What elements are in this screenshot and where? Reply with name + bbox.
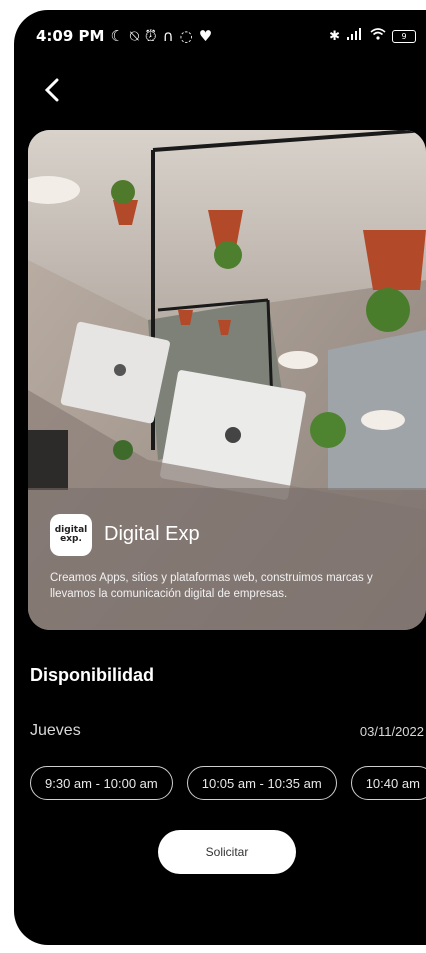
headphones-icon: ∩ [162,27,174,45]
bluetooth-icon: ✱ [329,28,340,44]
availability-date: 03/11/2022 [359,724,424,739]
company-logo: digital exp. [50,514,92,556]
alarm-off-icon: ⍉ [129,27,139,45]
signal-icon [346,28,364,44]
time-slot-chip[interactable]: 10:40 am [350,766,426,800]
company-name: Digital Exp [104,523,200,545]
status-left: 4:09 PM ☾ ⍉ ⏰︎ ∩ ◌ ♥ [36,27,212,45]
battery-icon: 9 [392,29,416,43]
time-slot-chip[interactable]: 10:05 am - 10:35 am [186,766,337,800]
availability-title: Disponibilidad [30,665,154,685]
card-info-overlay [28,488,426,630]
wifi-icon [370,28,386,44]
availability-day: Jueves [30,722,81,739]
status-right: ✱ 9 [329,28,416,44]
back-button[interactable] [36,74,68,106]
logo-text-line2: exp. [60,534,82,544]
company-card[interactable]: digital exp. Digital Exp Creamos Apps, s… [28,130,426,630]
heart-icon: ♥ [198,27,213,45]
battery-level: 9 [401,31,407,41]
chevron-left-icon [44,78,59,102]
status-time: 4:09 PM [36,27,105,45]
time-slot-list: 9:30 am - 10:00 am 10:05 am - 10:35 am 1… [30,766,426,800]
request-button[interactable]: Solicitar [158,830,296,874]
alarm-icon: ⏰︎ [144,27,157,45]
app-screen: 4:09 PM ☾ ⍉ ⏰︎ ∩ ◌ ♥ ✱ 9 digital exp. Di… [14,10,426,945]
status-bar: 4:09 PM ☾ ⍉ ⏰︎ ∩ ◌ ♥ ✱ 9 [14,10,426,62]
moon-icon: ☾ [110,27,124,45]
whatsapp-icon: ◌ [179,27,193,45]
time-slot-chip[interactable]: 9:30 am - 10:00 am [30,766,173,800]
company-description: Creamos Apps, sitios y plataformas web, … [50,572,373,600]
